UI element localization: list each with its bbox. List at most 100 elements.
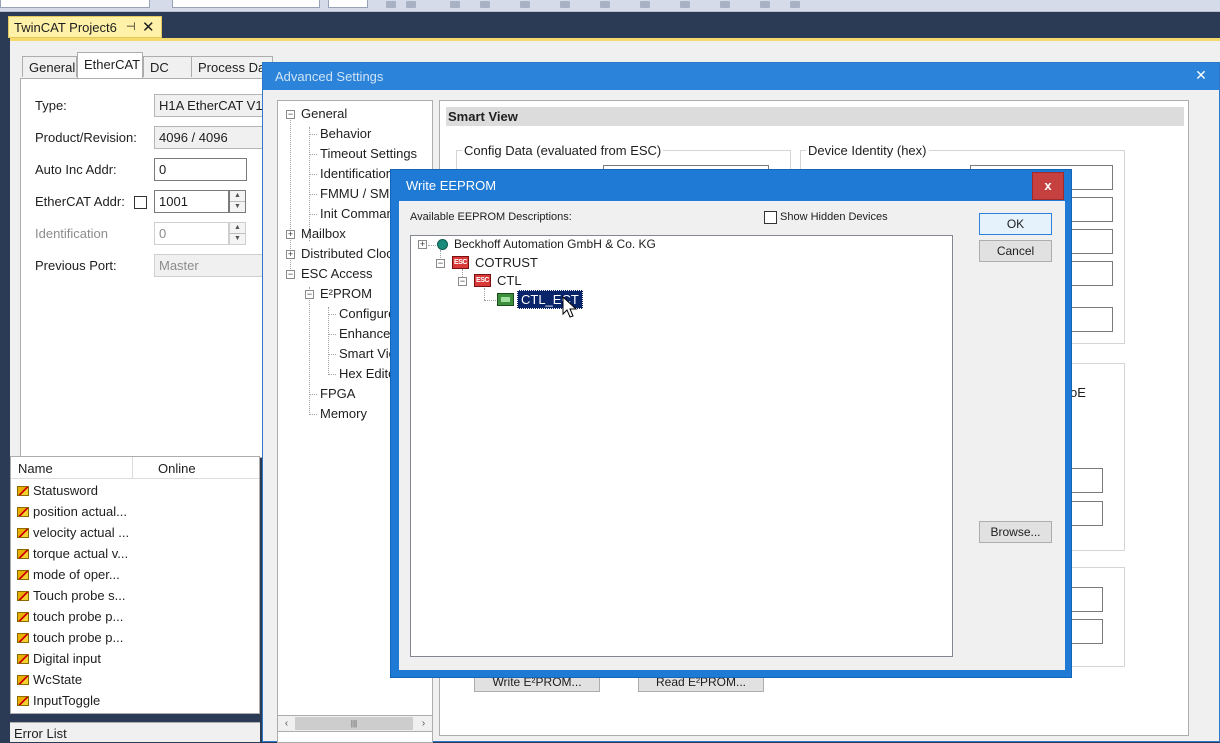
ok-button[interactable]: OK — [979, 213, 1052, 235]
advanced-settings-titlebar[interactable]: Advanced Settings ✕ — [263, 63, 1219, 90]
show-hidden-devices-checkbox[interactable] — [764, 211, 777, 224]
eeprom-descriptions-tree: + Beckhoff Automation GmbH & Co. KG − ES… — [410, 235, 953, 657]
toolbar-icon[interactable] — [480, 1, 490, 8]
target-dropdown[interactable] — [172, 0, 320, 8]
expand-icon[interactable]: + — [286, 230, 295, 239]
toolbar-icon[interactable] — [600, 1, 610, 8]
tree-item-eeprom[interactable]: E²PROM — [320, 286, 372, 301]
product-revision-label: Product/Revision: — [35, 130, 137, 145]
tree-item-esc-access[interactable]: ESC Access — [301, 266, 373, 281]
column-header-name[interactable]: Name — [18, 461, 53, 476]
input-variable-icon — [17, 612, 29, 622]
collapse-icon[interactable]: − — [305, 290, 314, 299]
cancel-button[interactable]: Cancel — [979, 240, 1052, 262]
expand-icon[interactable]: + — [418, 240, 427, 249]
write-eeprom-title: Write EEPROM — [406, 178, 497, 193]
input-variable-icon — [17, 654, 29, 664]
toolbar-icon[interactable] — [640, 1, 650, 8]
toolbar-icon[interactable] — [680, 1, 690, 8]
show-hidden-devices-label[interactable]: Show Hidden Devices — [780, 211, 888, 223]
scroll-right-icon[interactable]: › — [415, 716, 432, 731]
tree-item-distributed-clock[interactable]: Distributed Clock — [301, 246, 399, 261]
tab-dc[interactable]: DC — [143, 56, 193, 77]
input-variable-icon — [17, 486, 29, 496]
collapse-icon[interactable]: − — [286, 270, 295, 279]
identification-spinner: ▲ ▼ — [229, 222, 246, 245]
tree-item-memory[interactable]: Memory — [320, 406, 367, 421]
list-item[interactable]: touch probe p... — [17, 609, 123, 629]
tree-item-vendor[interactable]: Beckhoff Automation GmbH & Co. KG — [454, 237, 656, 251]
list-item[interactable]: velocity actual ... — [17, 525, 129, 545]
tree-item-mailbox[interactable]: Mailbox — [301, 226, 346, 241]
input-variable-icon — [17, 528, 29, 538]
input-variable-icon — [17, 570, 29, 580]
tree-item-identification[interactable]: Identification — [320, 166, 393, 181]
tree-item-ctl[interactable]: CTL — [497, 273, 522, 288]
toolbar-icon[interactable] — [560, 1, 570, 8]
ethercat-addr-spinner[interactable]: ▲ ▼ — [229, 190, 246, 213]
list-item[interactable]: Touch probe s... — [17, 588, 126, 608]
toolbar-icon[interactable] — [406, 1, 416, 8]
toolbar-icon[interactable] — [760, 1, 770, 8]
browse-button[interactable]: Browse... — [979, 521, 1052, 543]
ethercat-addr-label: EtherCAT Addr: — [35, 194, 125, 209]
column-header-online[interactable]: Online — [158, 461, 196, 476]
list-item[interactable]: WcState — [17, 672, 82, 692]
toolbar-icon[interactable] — [450, 1, 460, 8]
tree-item-cotrust[interactable]: COTRUST — [475, 255, 538, 270]
list-item[interactable]: mode of oper... — [17, 567, 120, 587]
toolbar-icon[interactable] — [790, 1, 800, 8]
toolbar-icon[interactable] — [386, 1, 396, 8]
write-eeprom-dialog: Write EEPROM x Available EEPROM Descript… — [390, 169, 1072, 678]
list-item[interactable]: InputToggle — [17, 693, 100, 713]
list-item[interactable]: touch probe p... — [17, 630, 123, 650]
scroll-left-icon[interactable]: ‹ — [278, 716, 295, 731]
ethercat-addr-checkbox[interactable] — [134, 196, 147, 209]
list-item[interactable]: torque actual v... — [17, 546, 128, 566]
write-eeprom-body: Available EEPROM Descriptions: Show Hidd… — [399, 201, 1065, 670]
list-item[interactable]: Digital input — [17, 651, 101, 671]
variables-header: Name Online — [11, 457, 259, 479]
tree-item-general[interactable]: General — [301, 106, 347, 121]
list-item[interactable]: Statusword — [17, 483, 98, 503]
error-list-tab[interactable]: Error List — [10, 722, 260, 742]
list-item[interactable]: position actual... — [17, 504, 127, 524]
input-variable-icon — [17, 633, 29, 643]
collapse-icon[interactable]: − — [286, 110, 295, 119]
auto-inc-addr-field[interactable]: 0 — [154, 158, 247, 181]
identification-field: 0 — [154, 222, 229, 245]
close-icon[interactable]: ✕ — [142, 18, 155, 36]
tab-general[interactable]: General — [22, 56, 77, 77]
top-toolbar — [0, 0, 1220, 12]
coe-label-fragment: oE — [1070, 385, 1086, 400]
pin-icon[interactable]: ⊣ — [126, 20, 136, 33]
variables-list: Name Online Statusword position actual..… — [10, 456, 260, 714]
collapse-icon[interactable]: − — [436, 259, 445, 268]
toolbar-combo[interactable] — [328, 0, 368, 8]
toolbar-icon[interactable] — [520, 1, 530, 8]
document-tab[interactable]: TwinCAT Project6 ⊣ ✕ — [8, 16, 162, 38]
tab-ethercat[interactable]: EtherCAT — [77, 52, 143, 78]
mouse-cursor-icon — [562, 296, 578, 318]
ethercat-addr-field[interactable]: 1001 — [154, 190, 229, 213]
device-identity-label: Device Identity (hex) — [806, 143, 929, 158]
close-icon[interactable]: ✕ — [1191, 67, 1211, 85]
collapse-icon[interactable]: − — [458, 277, 467, 286]
config-dropdown[interactable] — [0, 0, 150, 8]
toolbar-icon[interactable] — [720, 1, 730, 8]
tree-horizontal-scrollbar[interactable]: ‹ ||| › — [277, 715, 433, 732]
tree-item-fpga[interactable]: FPGA — [320, 386, 355, 401]
tree-item-fmmu-sm[interactable]: FMMU / SM — [320, 186, 389, 201]
expand-icon[interactable]: + — [286, 250, 295, 259]
identification-label: Identification — [35, 226, 108, 241]
esc-group-icon: ESC — [474, 274, 491, 287]
tree-item-timeout-settings[interactable]: Timeout Settings — [320, 146, 417, 161]
scrollbar-thumb[interactable]: ||| — [295, 717, 413, 730]
close-button[interactable]: x — [1032, 172, 1064, 200]
tab-process-data[interactable]: Process Da — [191, 56, 273, 77]
tree-item-behavior[interactable]: Behavior — [320, 126, 371, 141]
input-variable-icon — [17, 591, 29, 601]
ethercat-properties: Type: H1A EtherCAT V1 Product/Revision: … — [20, 78, 280, 458]
smart-view-header: Smart View — [446, 107, 1184, 126]
write-eeprom-titlebar[interactable]: Write EEPROM — [391, 170, 1071, 201]
